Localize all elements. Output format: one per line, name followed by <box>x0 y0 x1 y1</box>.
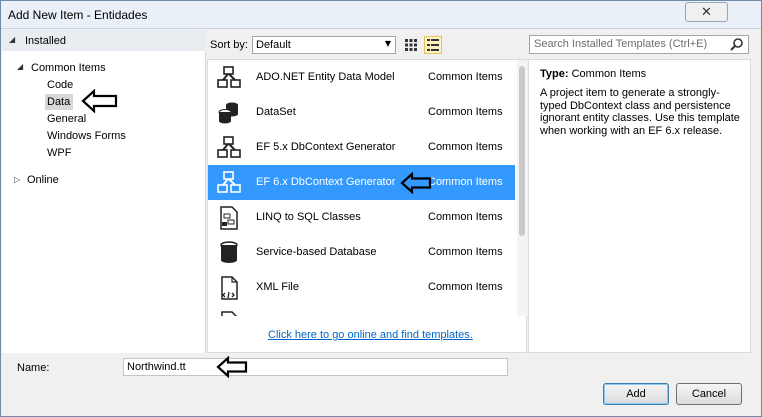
sort-by-value: Default <box>256 39 291 51</box>
template-name: DataSet <box>256 106 296 118</box>
database-icon <box>220 241 238 263</box>
name-label: Name: <box>17 362 50 374</box>
template-list-viewport[interactable]: ADO.NET Entity Data Model Common Items D… <box>208 60 517 316</box>
template-row[interactable]: XML File Common Items <box>208 270 515 305</box>
annotation-arrow-icon <box>81 89 118 113</box>
cancel-button[interactable]: Cancel <box>676 383 742 405</box>
template-category: Common Items <box>428 106 503 118</box>
category-tree: ◢ Installed ◢ Common Items Code Data Gen… <box>2 30 206 353</box>
template-name: ADO.NET Entity Data Model <box>256 71 395 83</box>
close-button[interactable]: ✕ <box>685 2 728 22</box>
template-details-pane: Type: Common Items A project item to gen… <box>528 59 751 353</box>
dataset-icon <box>218 102 238 124</box>
expand-triangle-icon[interactable]: ▷ <box>14 175 20 184</box>
template-name: EF 5.x DbContext Generator <box>256 141 396 153</box>
find-online-templates-link[interactable]: Click here to go online and find templat… <box>268 329 473 341</box>
template-row[interactable]: Service-based Database Common Items <box>208 235 515 270</box>
scrollbar-thumb[interactable] <box>519 66 525 236</box>
template-row[interactable]: DataSet Common Items <box>208 95 515 130</box>
template-list: ADO.NET Entity Data Model Common Items D… <box>207 59 527 353</box>
template-row-partial[interactable] <box>208 305 515 316</box>
type-value: Common Items <box>571 68 647 80</box>
entity-model-icon <box>217 136 241 158</box>
tree-item-code[interactable]: Code <box>47 79 73 91</box>
template-row-selected[interactable]: EF 6.x DbContext Generator Common Items <box>208 165 515 200</box>
dropdown-arrow-icon: ▼ <box>384 39 391 48</box>
file-icon <box>221 311 238 316</box>
search-placeholder: Search Installed Templates (Ctrl+E) <box>534 38 708 50</box>
template-description: A project item to generate a strongly-ty… <box>540 87 740 137</box>
xml-file-icon <box>221 276 238 300</box>
collapse-triangle-icon[interactable]: ◢ <box>17 62 23 71</box>
template-category: Common Items <box>428 141 503 153</box>
template-name: EF 6.x DbContext Generator <box>256 176 396 188</box>
template-name: Service-based Database <box>256 246 377 258</box>
template-name: XML File <box>256 281 299 293</box>
entity-model-icon <box>217 171 241 193</box>
tree-item-common-items[interactable]: Common Items <box>31 62 106 74</box>
annotation-arrow-icon <box>216 356 248 378</box>
installed-header[interactable]: ◢ Installed <box>2 30 206 51</box>
sort-by-label: Sort by: <box>210 39 248 51</box>
template-category: Common Items <box>428 246 503 258</box>
template-row[interactable]: LINQ to SQL Classes Common Items <box>208 200 515 235</box>
tree-item-windows-forms[interactable]: Windows Forms <box>47 130 126 142</box>
window-title: Add New Item - Entidades <box>8 8 148 22</box>
collapse-triangle-icon[interactable]: ◢ <box>9 35 15 44</box>
tree-item-data[interactable]: Data <box>47 96 70 108</box>
title-bar: Add New Item - Entidades ✕ <box>1 1 761 29</box>
close-icon: ✕ <box>701 4 712 20</box>
template-category: Common Items <box>428 281 503 293</box>
linq-classes-icon <box>220 206 238 230</box>
type-line: Type: Common Items <box>540 68 646 80</box>
template-list-scrollbar[interactable] <box>517 60 527 316</box>
template-row[interactable]: ADO.NET Entity Data Model Common Items <box>208 60 515 95</box>
template-category: Common Items <box>428 71 503 83</box>
tree-item-wpf[interactable]: WPF <box>47 147 71 159</box>
template-category: Common Items <box>428 176 503 188</box>
add-new-item-dialog: Add New Item - Entidades ✕ ◢ Installed ◢… <box>0 0 762 417</box>
name-field[interactable]: Northwind.tt <box>123 358 508 376</box>
small-icons-view-button[interactable] <box>402 36 420 54</box>
template-category: Common Items <box>428 211 503 223</box>
template-row[interactable]: EF 5.x DbContext Generator Common Items <box>208 130 515 165</box>
tree-item-online[interactable]: Online <box>27 174 59 186</box>
add-button[interactable]: Add <box>603 383 669 405</box>
search-icon[interactable] <box>729 37 744 52</box>
type-label: Type: <box>540 68 569 80</box>
details-view-button[interactable] <box>424 36 442 54</box>
annotation-arrow-icon <box>400 172 432 194</box>
list-view-icon <box>427 39 439 51</box>
template-name: LINQ to SQL Classes <box>256 211 361 223</box>
tree-item-installed: Installed <box>25 35 66 47</box>
entity-model-icon <box>217 66 241 88</box>
tree-item-general[interactable]: General <box>47 113 86 125</box>
search-templates-box[interactable]: Search Installed Templates (Ctrl+E) <box>529 35 749 54</box>
sort-by-dropdown[interactable]: Default ▼ <box>252 36 396 54</box>
grid-view-icon <box>405 39 417 51</box>
name-field-value: Northwind.tt <box>127 361 186 373</box>
